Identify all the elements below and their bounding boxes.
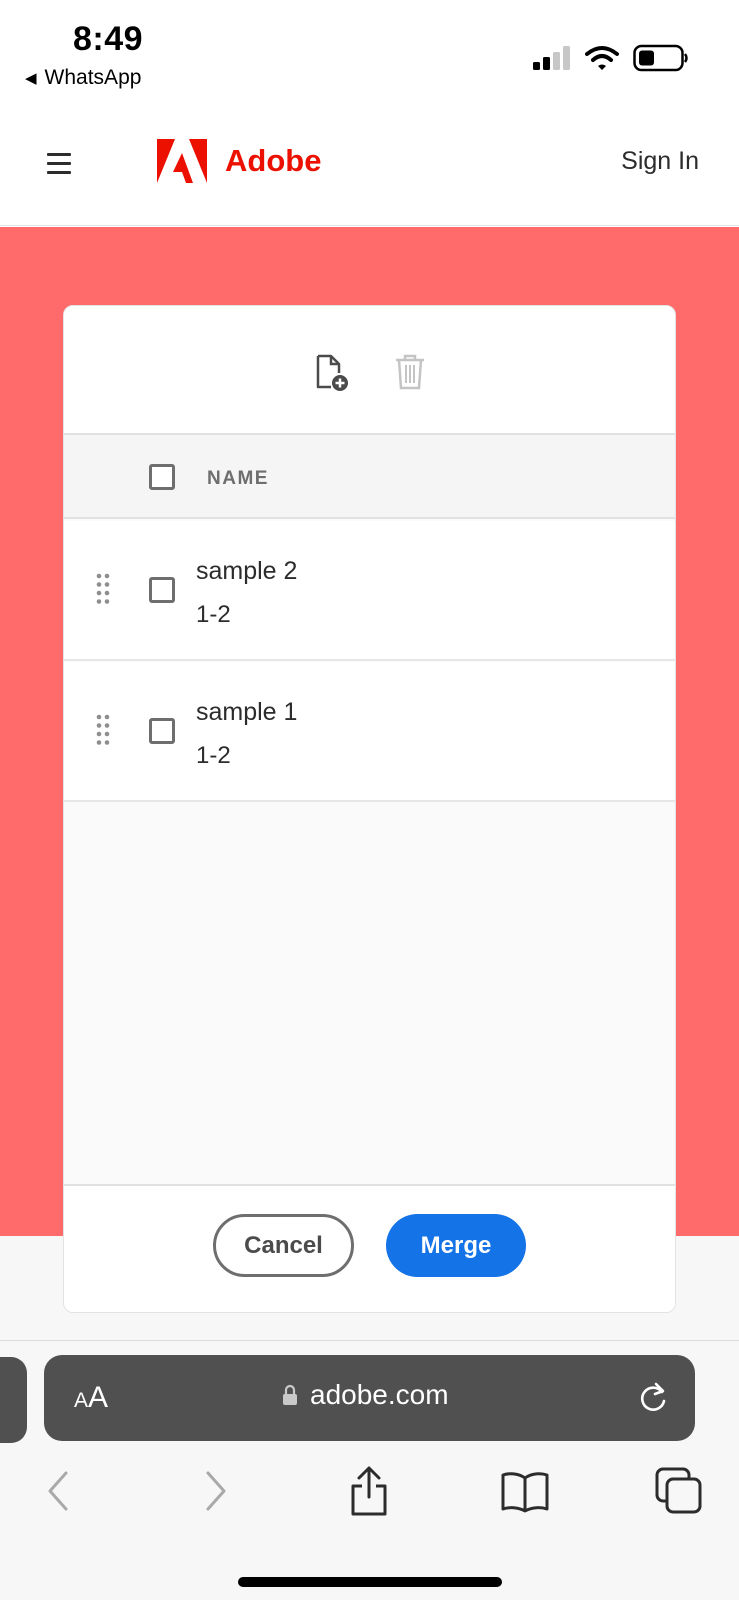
text-size-button[interactable]: AA [74,1381,108,1415]
file-name: sample 2 [196,557,298,585]
home-indicator[interactable] [238,1577,502,1587]
wifi-icon [585,46,619,70]
file-page-range: 1-2 [196,601,231,628]
site-header: Adobe Sign In [0,105,739,226]
reload-icon[interactable] [637,1381,669,1415]
text-size-small-a: A [74,1389,89,1412]
drag-handle-icon[interactable] [96,714,110,746]
file-page-range: 1-2 [196,742,231,769]
drag-handle-icon[interactable] [96,573,110,605]
status-time: 8:49 [73,20,144,58]
text-size-large-a: A [88,1381,109,1414]
bookmarks-icon[interactable] [500,1469,550,1513]
merge-button[interactable]: Merge [386,1214,526,1277]
back-triangle-icon: ◀ [25,70,37,87]
card-footer: Cancel Merge [64,1184,675,1312]
cellular-signal-icon [533,46,570,70]
file-checkbox[interactable] [149,577,175,603]
adobe-logo-icon [157,139,207,183]
url-text: adobe.com [310,1379,449,1410]
card-toolbar [64,306,675,435]
file-checkbox[interactable] [149,718,175,744]
brand-name: Adobe [225,143,322,178]
status-icons [531,44,689,72]
status-bar: 8:49 ◀ WhatsApp [0,0,739,105]
share-icon[interactable] [347,1465,391,1517]
battery-icon [633,44,688,72]
file-row[interactable]: sample 1 1-2 [64,662,675,802]
url-display[interactable]: adobe.com [282,1379,449,1411]
select-all-checkbox[interactable] [149,464,175,490]
back-icon[interactable] [44,1469,72,1513]
sign-in-link[interactable]: Sign In [621,147,699,176]
file-table-header: NAME [64,435,675,519]
previous-tab-peek[interactable] [0,1357,27,1443]
forward-icon[interactable] [202,1469,230,1513]
back-to-app-link[interactable]: ◀ WhatsApp [25,66,141,90]
file-name: sample 1 [196,698,298,726]
file-row[interactable]: sample 2 1-2 [64,521,675,661]
adobe-logo[interactable]: Adobe [157,139,321,183]
add-file-icon[interactable] [312,353,352,393]
back-app-label: WhatsApp [44,66,142,89]
merge-files-card: NAME sample 2 1-2 sample 1 1-2 Cancel Me… [63,305,676,1313]
tabs-icon[interactable] [655,1467,703,1515]
address-bar[interactable]: AA adobe.com [44,1355,695,1441]
cancel-button[interactable]: Cancel [213,1214,354,1277]
trash-icon [396,354,424,390]
browser-bottom-bar: AA adobe.com [0,1340,739,1600]
column-header-name: NAME [207,468,269,489]
lock-icon [283,1384,297,1405]
menu-icon[interactable] [47,153,71,175]
